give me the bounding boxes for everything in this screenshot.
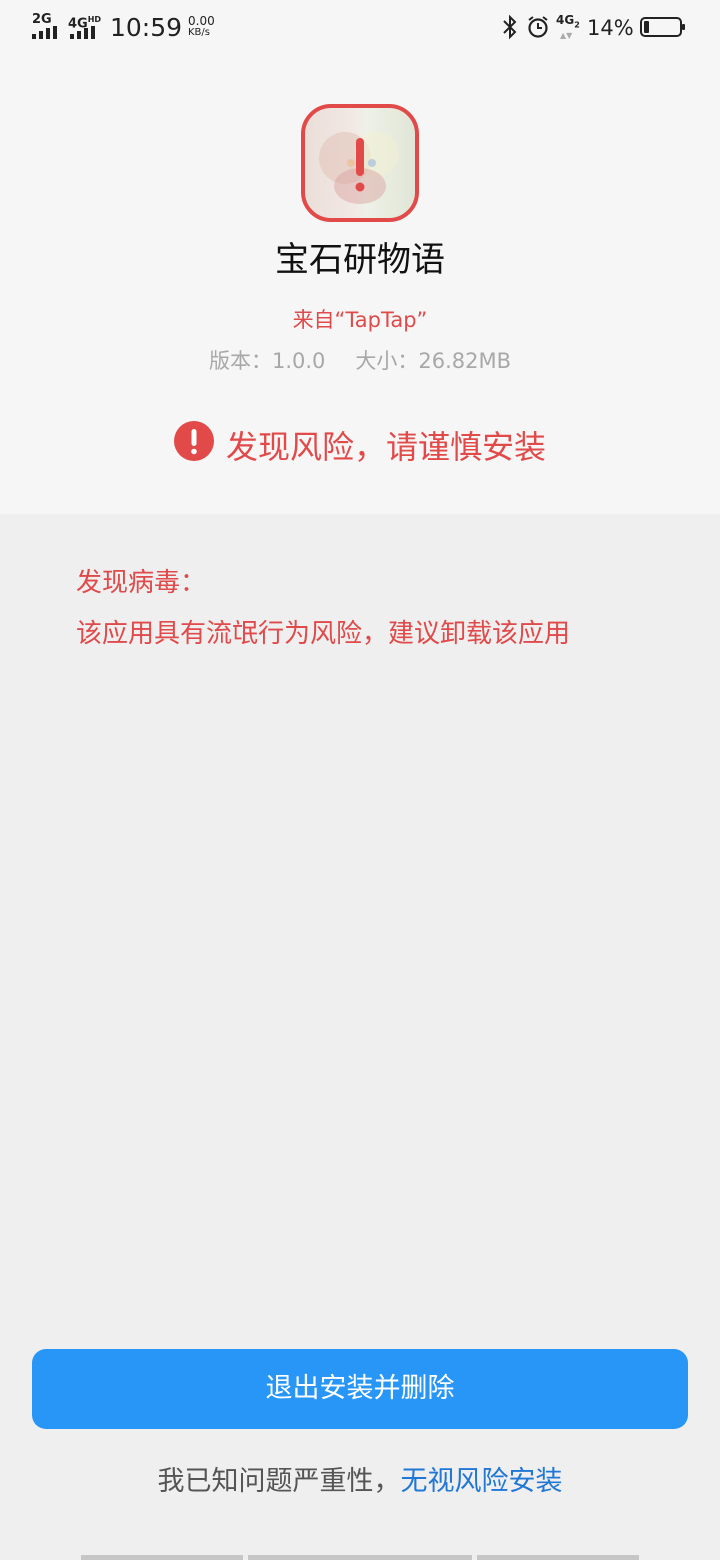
size-label: 大小：: [355, 349, 419, 373]
network-speed-value: 0.00: [188, 14, 215, 28]
alarm-clock-icon: [526, 15, 550, 43]
network-speed-unit: KB/s: [188, 27, 210, 38]
sim2-data-indicator: 4G2 ▲▼: [556, 14, 580, 41]
network-type-sim1: 2G: [32, 12, 52, 27]
size-value: 26.82MB: [418, 349, 512, 373]
ignore-risk-install-link[interactable]: 无视风险安装: [401, 1466, 563, 1497]
hd-badge: HD: [87, 15, 102, 24]
network-speed: 0.00 KB/s: [188, 15, 215, 39]
signal-strength-icon: [32, 26, 57, 39]
exclamation-icon: [355, 138, 365, 192]
sim2-network-label: 4G: [556, 13, 575, 27]
version-value: 1.0.0: [271, 349, 326, 373]
battery-percent: 14%: [587, 16, 634, 40]
exclamation-circle-icon: [173, 421, 214, 471]
battery-icon: [640, 17, 685, 37]
version-label: 版本：: [208, 349, 272, 373]
nav-recents-button[interactable]: [477, 1555, 639, 1560]
app-icon: [301, 104, 419, 222]
virus-title: 发现病毒：: [76, 568, 207, 598]
battery-level: [644, 21, 649, 33]
app-source: 来自“TapTap”: [292, 308, 428, 332]
risk-warning-text: 发现风险，请谨慎安装: [225, 428, 546, 466]
clock: 10:59: [110, 13, 183, 42]
exit-and-delete-button[interactable]: 退出安装并删除: [32, 1349, 688, 1429]
data-activity-icon: ▲▼: [560, 31, 573, 41]
navigation-bar: [0, 1552, 720, 1560]
nav-home-button[interactable]: [248, 1555, 472, 1560]
sim2-index: 2: [574, 20, 580, 30]
nav-back-button[interactable]: [81, 1555, 243, 1560]
virus-description: 该应用具有流氓行为风险，建议卸载该应用: [76, 619, 571, 649]
status-bar: 2G 4G HD 10:59 0.00 KB/s 4G2 ▲▼ 14%: [0, 0, 720, 56]
signal-strength-icon: [70, 26, 95, 39]
risk-warning: 发现风险，请谨慎安装: [0, 421, 720, 474]
bluetooth-icon: [500, 14, 520, 44]
ignore-risk-text: 我已知问题严重性，: [157, 1466, 401, 1497]
app-name: 宝石研物语: [275, 240, 445, 280]
app-meta: 版本：1.0.0 大小：26.82MB: [0, 347, 720, 375]
ignore-risk-row: 我已知问题严重性，无视风险安装: [0, 1462, 720, 1502]
